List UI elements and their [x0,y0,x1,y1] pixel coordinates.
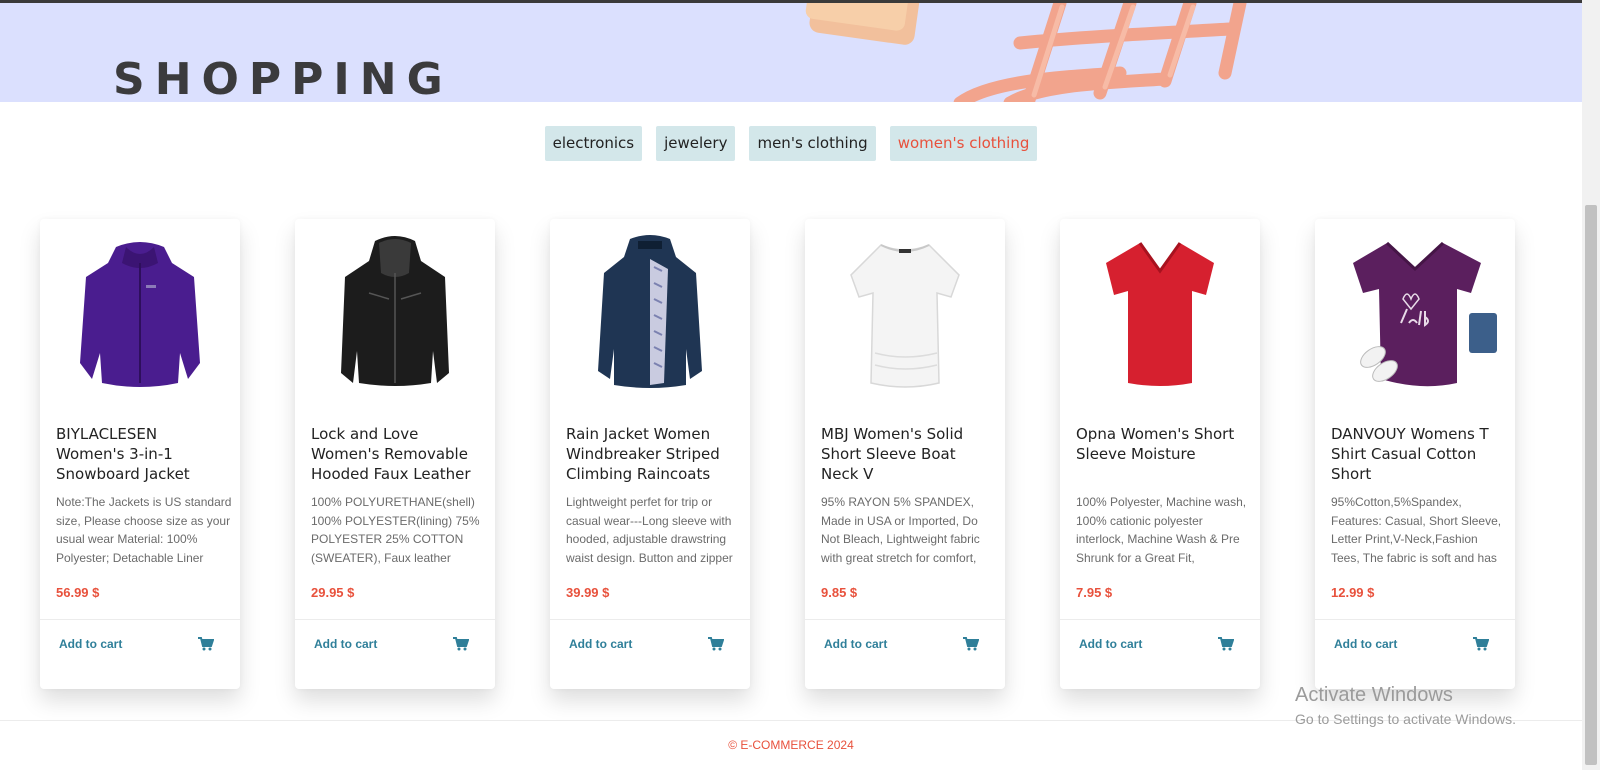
cart-icon[interactable] [963,637,979,651]
tab-womens-clothing[interactable]: women's clothing [889,126,1038,161]
cart-icon[interactable] [1473,637,1489,651]
product-image [1074,233,1246,393]
product-price: 12.99 $ [1331,585,1375,600]
tab-mens-clothing[interactable]: men's clothing [749,126,876,161]
black-leather-jacket-icon [341,236,449,386]
product-description: Lightweight perfet for trip or casual we… [566,495,733,565]
product-description: 95% RAYON 5% SPANDEX, Made in USA or Imp… [821,495,980,565]
product-image [819,233,991,393]
banner-title: SHOPPING [113,54,453,103]
card-divider [805,619,1005,620]
windows-activation-watermark: Activate Windows Go to Settings to activ… [1295,683,1516,729]
product-price: 7.95 $ [1076,585,1113,600]
watermark-title: Activate Windows [1295,684,1453,706]
add-to-cart-button[interactable]: Add to cart [569,637,632,651]
product-price: 29.95 $ [311,585,355,600]
product-price: 39.99 $ [566,585,610,600]
watermark-subtitle: Go to Settings to activate Windows. [1295,711,1516,727]
add-to-cart-button[interactable]: Add to cart [824,637,887,651]
white-tshirt-icon [850,244,960,388]
card-divider [1060,619,1260,620]
product-card: Lock and Love Women's Removable Hooded F… [295,219,495,689]
product-image [564,233,736,393]
card-divider [1315,619,1515,620]
purple-bekind-tshirt-icon [1353,241,1497,387]
card-divider [550,619,750,620]
product-title[interactable]: MBJ Women's Solid Short Sleeve Boat Neck… [821,424,993,486]
add-to-cart-button[interactable]: Add to cart [314,637,377,651]
add-to-cart-button[interactable]: Add to cart [1079,637,1142,651]
navy-raincoat-icon [598,235,702,388]
product-description: 100% POLYURETHANE(shell) 100% POLYESTER(… [311,495,480,565]
add-to-cart-button[interactable]: Add to cart [59,637,122,651]
cart-icon[interactable] [708,637,724,651]
scrollbar-thumb[interactable] [1585,205,1597,765]
cart-icon[interactable] [453,637,469,651]
product-image [309,233,481,393]
cart-icon[interactable] [1218,637,1234,651]
product-card: Opna Women's Short Sleeve Moisture 100% … [1060,219,1260,689]
red-tshirt-icon [1106,242,1214,386]
product-price: 56.99 $ [56,585,100,600]
footer-copyright: © E-COMMERCE 2024 [728,738,854,752]
product-card: MBJ Women's Solid Short Sleeve Boat Neck… [805,219,1005,689]
product-price: 9.85 $ [821,585,858,600]
category-tabs: electronics jewelery men's clothing wome… [0,126,1582,161]
product-card: DANVOUY Womens T Shirt Casual Cotton Sho… [1315,219,1515,689]
product-image [1329,233,1501,393]
product-grid: BIYLACLESEN Women's 3-in-1 Snowboard Jac… [40,219,1542,689]
product-description: 100% Polyester, Machine wash, 100% catio… [1076,495,1247,565]
product-title[interactable]: BIYLACLESEN Women's 3-in-1 Snowboard Jac… [56,424,228,486]
product-image [54,233,226,393]
product-card: BIYLACLESEN Women's 3-in-1 Snowboard Jac… [40,219,240,689]
purple-jacket-icon [80,242,200,387]
product-description: Note:The Jackets is US standard size, Pl… [56,495,232,565]
product-title[interactable]: DANVOUY Womens T Shirt Casual Cotton Sho… [1331,424,1503,486]
product-card: Rain Jacket Women Windbreaker Striped Cl… [550,219,750,689]
hero-banner: SHOPPING [0,3,1582,102]
cart-icon[interactable] [198,637,214,651]
product-title[interactable]: Rain Jacket Women Windbreaker Striped Cl… [566,424,738,486]
product-title[interactable]: Lock and Love Women's Removable Hooded F… [311,424,483,486]
product-title[interactable]: Opna Women's Short Sleeve Moisture [1076,424,1248,486]
tab-jewelery[interactable]: jewelery [656,126,736,161]
vertical-scrollbar[interactable] [1582,0,1600,770]
product-description: 95%Cotton,5%Spandex, Features: Casual, S… [1331,495,1502,565]
add-to-cart-button[interactable]: Add to cart [1334,637,1397,651]
tab-electronics[interactable]: electronics [544,126,643,161]
card-divider [40,619,240,620]
card-divider [295,619,495,620]
